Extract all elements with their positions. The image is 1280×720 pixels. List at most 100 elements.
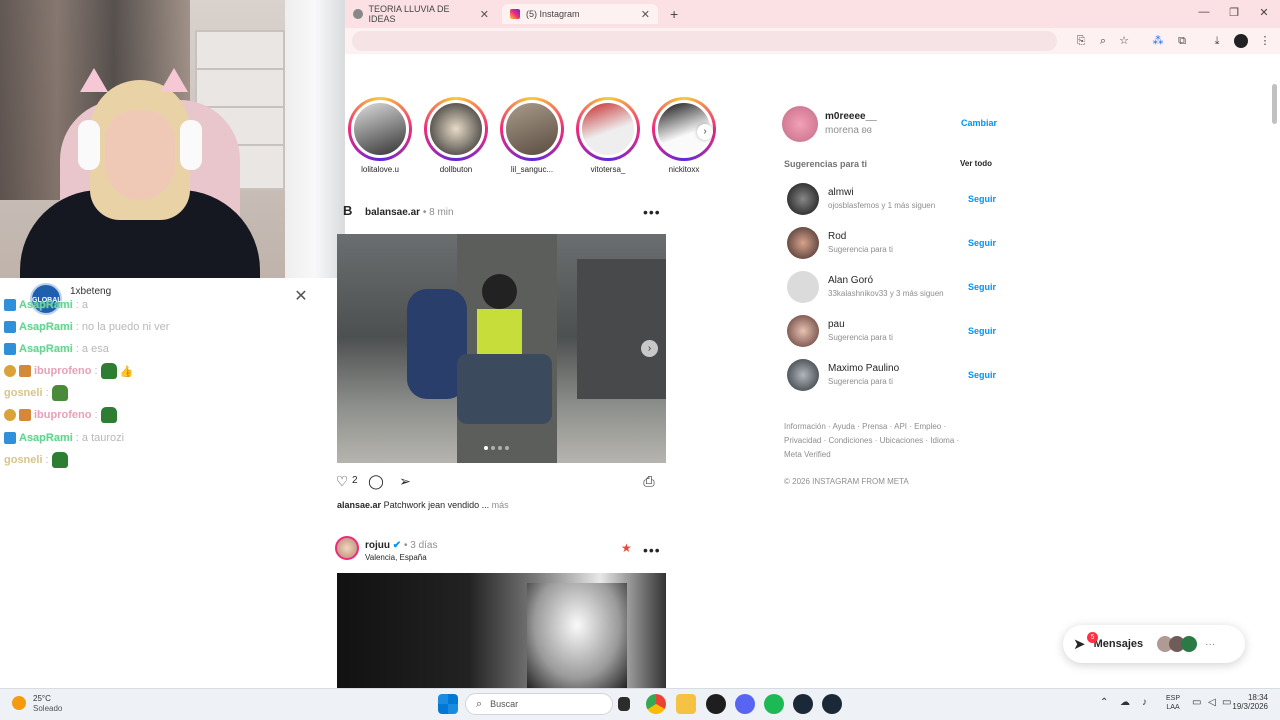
suggestion-subtitle: 33kalashnikov33 y 3 más siguen	[828, 289, 944, 298]
pepe-emote-icon	[100, 363, 117, 379]
carousel-next-icon[interactable]: ›	[641, 340, 658, 357]
suggestion-name[interactable]: Rod	[828, 231, 846, 242]
suggestion-avatar[interactable]	[787, 271, 819, 303]
install-app-icon[interactable]: ⎘	[1074, 34, 1088, 48]
suggestion-name[interactable]: Maximo Paulino	[828, 363, 899, 374]
suggestion-name[interactable]: pau	[828, 319, 845, 330]
language-secondary: LAA	[1166, 704, 1180, 711]
footer-line[interactable]: Privacidad · Condiciones · Ubicaciones ·…	[784, 434, 959, 448]
post-image[interactable]	[337, 234, 666, 463]
spotify-icon[interactable]	[764, 694, 784, 714]
close-tab-icon[interactable]: ✕	[480, 8, 489, 21]
follow-button[interactable]: Seguir	[968, 238, 996, 248]
caption-text: Patchwork jean vendido ...	[383, 500, 490, 510]
close-window-icon[interactable]: ✕	[1257, 6, 1271, 19]
discord-icon[interactable]	[735, 694, 755, 714]
steam-icon[interactable]	[793, 694, 813, 714]
scrollbar-thumb[interactable]	[1272, 84, 1277, 124]
footer-line[interactable]: Información · Ayuda · Prensa · API · Emp…	[784, 420, 959, 434]
follow-button[interactable]: Seguir	[968, 370, 996, 380]
post-options-icon[interactable]: •••	[643, 542, 661, 558]
stories-next-icon[interactable]: ›	[697, 124, 713, 140]
caption-more-link[interactable]: más	[492, 500, 509, 510]
like-heart-icon[interactable]: ♡	[333, 472, 351, 490]
language-indicator[interactable]: ESP LAA	[1166, 694, 1180, 712]
suggestions-title: Sugerencias para ti	[784, 159, 868, 169]
story-avatar	[351, 100, 409, 158]
network-icon[interactable]: ▭	[1192, 697, 1201, 708]
current-user-avatar[interactable]	[782, 106, 818, 142]
clock[interactable]: 18:34 19/3/2026	[1230, 693, 1268, 711]
vip-badge-icon	[4, 409, 16, 421]
pepe-emote-icon	[51, 452, 68, 468]
suggestion-name[interactable]: Alan Goró	[828, 275, 873, 286]
sun-weather-icon[interactable]	[12, 696, 26, 710]
suggestion-avatar[interactable]	[787, 183, 819, 215]
windows-start-icon[interactable]	[438, 694, 458, 714]
extensions-icon[interactable]: ⧉	[1175, 34, 1189, 48]
post-author-avatar[interactable]	[335, 536, 359, 560]
suggestion-avatar[interactable]	[787, 227, 819, 259]
post-username[interactable]: balansae.ar	[365, 207, 420, 218]
follow-button[interactable]: Seguir	[968, 194, 996, 204]
profile-avatar-icon[interactable]	[1234, 34, 1248, 48]
comment-icon[interactable]: ◯	[367, 472, 385, 490]
steam-icon[interactable]	[822, 694, 842, 714]
messages-button[interactable]: ➤ 5 Mensajes ···	[1063, 625, 1245, 663]
tab-teoria[interactable]: TEORIA LLUVIA DE IDEAS ✕	[345, 4, 497, 24]
task-view-icon[interactable]	[618, 697, 630, 711]
follow-button[interactable]: Seguir	[968, 282, 996, 292]
footer-line[interactable]: Meta Verified	[784, 448, 959, 462]
chat-message: AsapRami : a	[4, 297, 88, 313]
restore-icon[interactable]: ❐	[1227, 6, 1241, 19]
story-username: lolitalove.u	[361, 165, 399, 174]
chat-close-icon[interactable]: ✕	[294, 289, 308, 305]
pepe-emote-icon	[100, 407, 117, 423]
suggestion-avatar[interactable]	[787, 315, 819, 347]
current-username[interactable]: m0reeee__	[825, 111, 877, 122]
microphone-icon[interactable]: ♪	[1142, 697, 1147, 708]
post-location[interactable]: Valencia, España	[365, 553, 427, 562]
save-bookmark-icon[interactable]: ⎙	[640, 472, 658, 490]
taskbar-search[interactable]: ⌕ Buscar	[465, 693, 613, 715]
tab-instagram[interactable]: (5) Instagram ✕	[502, 4, 658, 24]
menu-kebab-icon[interactable]: ⋮	[1258, 34, 1272, 48]
headset-left	[78, 120, 100, 170]
new-tab-button[interactable]: +	[662, 4, 686, 24]
translate-extension-icon[interactable]: ⁂	[1151, 34, 1165, 48]
post-options-icon[interactable]: •••	[643, 204, 661, 220]
chat-text: :	[94, 365, 98, 377]
post-image[interactable]	[337, 573, 666, 688]
follow-button[interactable]: Seguir	[968, 326, 996, 336]
caption-username[interactable]: alansae.ar	[337, 500, 381, 510]
cat-ear-right	[160, 68, 188, 92]
footer-links[interactable]: Información · Ayuda · Prensa · API · Emp…	[784, 420, 959, 462]
chrome-icon[interactable]	[646, 694, 666, 714]
address-bar[interactable]	[352, 31, 1057, 51]
close-tab-icon[interactable]: ✕	[641, 8, 650, 21]
volume-icon[interactable]: ◁	[1208, 697, 1216, 708]
minimize-icon[interactable]: —	[1197, 6, 1211, 18]
share-icon[interactable]: ➢	[396, 472, 414, 490]
story-item[interactable]: vitotersa_	[573, 97, 643, 174]
see-all-link[interactable]: Ver todo	[960, 159, 992, 168]
post-username[interactable]: rojuu	[365, 540, 390, 551]
switch-account-link[interactable]: Cambiar	[961, 118, 997, 128]
bookmark-star-icon[interactable]: ☆	[1117, 34, 1131, 48]
obs-icon[interactable]	[706, 694, 726, 714]
person-head	[482, 274, 517, 309]
suggestion-name[interactable]: almwi	[828, 187, 854, 198]
zoom-icon[interactable]: ⌕	[1096, 34, 1110, 48]
tray-app-icon[interactable]: ☁	[1120, 697, 1130, 708]
story-item[interactable]: lil_sanguc...	[497, 97, 567, 174]
download-icon[interactable]: ⤓	[1210, 34, 1224, 48]
chat-text: :	[94, 409, 98, 421]
suggestion-avatar[interactable]	[787, 359, 819, 391]
file-explorer-icon[interactable]	[676, 694, 696, 714]
chat-message: gosneli :	[4, 385, 68, 401]
weather-temp[interactable]: 25°C	[33, 694, 51, 703]
weather-desc: Soleado	[33, 704, 63, 713]
tray-chevron-icon[interactable]: ⌃	[1100, 697, 1108, 708]
story-item[interactable]: lolitalove.u	[345, 97, 415, 174]
story-item[interactable]: dollbuton	[421, 97, 491, 174]
